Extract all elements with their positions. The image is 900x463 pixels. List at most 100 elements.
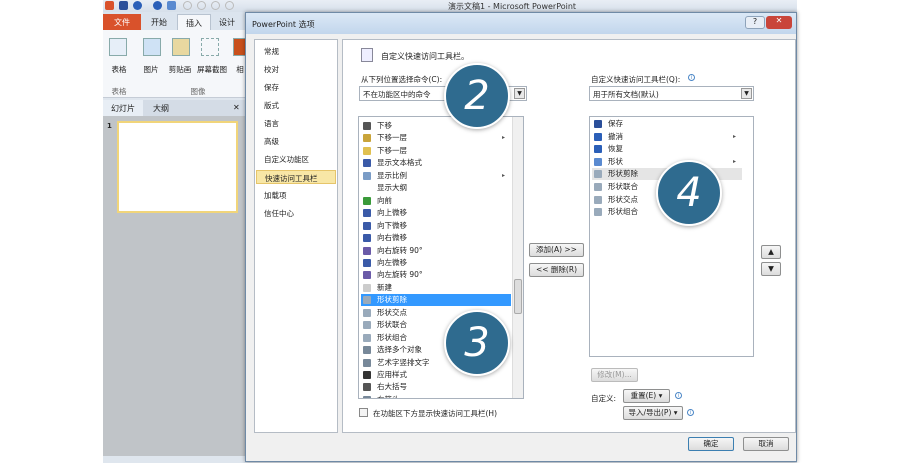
nav-item[interactable]: 常规 [256,44,336,58]
tab-home[interactable]: 开始 [143,14,175,30]
tab-file[interactable]: 文件 [103,14,141,30]
list-item-label: 选择多个对象 [377,345,422,355]
tab-slides[interactable]: 幻灯片 [103,100,143,116]
commands-scrollbar[interactable] [512,117,523,398]
shape-subtract-icon[interactable] [183,1,192,10]
right-brace-icon [363,383,371,392]
shape-union-icon [363,321,371,330]
list-item[interactable]: 显示文本格式 [361,157,511,169]
list-item[interactable]: 形状剪除 [361,294,511,307]
nav-item[interactable]: 自定义功能区 [256,152,336,166]
list-item-label: 显示比例 [377,170,407,180]
list-item-label: 向左微移 [377,257,407,267]
nav-item[interactable]: 版式 [256,98,336,112]
list-item-label: 下移一层 [377,133,407,143]
powerpoint-options-dialog: PowerPoint 选项 ? ✕ 常规 校对 保存 版式 语言 高级 自定义功能区 快速访问… [245,12,797,462]
list-item[interactable]: 向右旋转 90° [361,245,511,257]
list-item[interactable]: 向上微移 [361,207,511,219]
shape-combine-icon[interactable] [225,1,234,10]
list-item[interactable]: 恢复 [592,143,742,155]
list-item[interactable]: 向左旋转 90° [361,269,511,281]
add-button[interactable]: 添加(A) >> [529,243,584,257]
shape-union-icon[interactable] [197,1,206,10]
ribbon: 表格 图片 剪贴画 屏幕截图 相 表格 图像 [103,30,251,98]
qat-scope-select[interactable]: 用于所有文档(默认) ▼ [589,86,754,101]
modify-button[interactable]: 修改(M)... [591,368,638,382]
wordart-vertical-icon [363,358,371,367]
qat-list[interactable]: 保存 撤消 ▸ 恢复 形状 ▸ 形状剪除 形状联合 形状交点 形状组合 [589,116,754,357]
scrollbar-thumb[interactable] [514,279,522,314]
nav-item[interactable]: 信任中心 [256,206,336,220]
pane-tabs: 幻灯片 大纲 ✕ [103,100,245,116]
list-item-label: 下移 [377,121,392,130]
nav-item[interactable]: 高级 [256,134,336,148]
list-item[interactable]: 向前 [361,195,511,207]
list-item[interactable]: 形状 ▸ [592,156,742,168]
shape-intersect-icon[interactable] [211,1,220,10]
apply-style-icon [363,371,371,379]
cancel-button[interactable]: 取消 [743,437,789,451]
chevron-down-icon[interactable]: ▼ [514,88,525,99]
clipart-button[interactable]: 剪贴画 [165,64,195,75]
tab-insert[interactable]: 插入 [177,14,211,30]
picture-button[interactable]: 图片 [139,64,163,75]
import-export-button[interactable]: 导入/导出(P) ▾ [623,406,683,420]
list-item[interactable]: 右大括号 [361,381,511,393]
nav-item[interactable]: 语言 [256,116,336,130]
list-item[interactable]: 撤消 ▸ [592,131,742,143]
ok-button[interactable]: 确定 [688,437,734,451]
screenshot-button[interactable]: 屏幕截图 [196,64,228,75]
nav-item[interactable]: 校对 [256,62,336,76]
powerpoint-logo-icon [105,1,114,10]
list-item[interactable]: 向下微移 [361,220,511,232]
move-down-button[interactable]: ▼ [761,262,781,276]
group-label-images: 图像 [190,87,206,96]
chevron-down-icon[interactable]: ▼ [741,88,752,99]
list-item-label: 形状联合 [608,182,638,191]
list-item-label: 形状剪除 [608,169,638,179]
list-item-label: 恢复 [608,144,623,154]
tab-design[interactable]: 设计 [211,14,243,30]
list-item-label: 下移一层 [377,145,407,155]
list-item-label: 形状联合 [377,320,407,330]
reset-button[interactable]: 重置(E) ▾ [623,389,670,403]
shapes-icon[interactable] [167,1,176,10]
nudge-right-icon [363,234,371,243]
list-item-label: 保存 [608,119,623,128]
tab-outline[interactable]: 大纲 [145,100,183,116]
screenshot-icon [201,38,219,56]
table-button[interactable]: 表格 [107,64,131,75]
zoom-icon [363,171,371,180]
redo-icon[interactable] [153,1,162,10]
list-item[interactable]: 向右微移 [361,232,511,244]
remove-button[interactable]: << 删除(R) [529,263,584,277]
list-item[interactable]: 新建 [361,282,511,294]
list-item[interactable]: 向左微移 [361,257,511,269]
help-button[interactable]: ? [745,16,765,29]
list-item[interactable]: 显示大纲 [361,182,511,194]
list-item-label: 形状剪除 [377,295,407,305]
list-item[interactable]: 下移一层 [361,145,511,157]
move-up-button[interactable]: ▲ [761,245,781,259]
list-item[interactable]: 保存 [592,118,742,130]
list-item-label: 新建 [377,282,392,292]
nav-item[interactable]: 快速访问工具栏 [256,170,336,184]
slide-thumbnail[interactable] [117,121,238,213]
show-below-checkbox[interactable] [359,408,368,417]
close-button[interactable]: ✕ [766,16,792,29]
list-item[interactable]: 右箭头 [361,394,511,398]
info-icon: i [675,392,682,399]
undo-icon[interactable] [133,1,142,10]
slides-pane: 1 [103,116,245,456]
options-nav: 常规校对保存版式语言高级自定义功能区 快速访问工具栏 加载项信任中心 [254,39,338,433]
customize-label: 自定义: [591,394,617,403]
list-item-label: 艺术字竖排文字 [377,357,430,367]
list-item[interactable]: 下移一层 ▸ [361,132,511,144]
clipart-icon [172,38,190,56]
save-icon[interactable] [119,1,128,10]
nav-item[interactable]: 加载项 [256,188,336,202]
nav-item[interactable]: 保存 [256,80,336,94]
dialog-title-bar: PowerPoint 选项 ? ✕ [246,13,796,34]
rotate-left-icon [363,271,371,280]
list-item[interactable]: 显示比例 ▸ [361,170,511,182]
